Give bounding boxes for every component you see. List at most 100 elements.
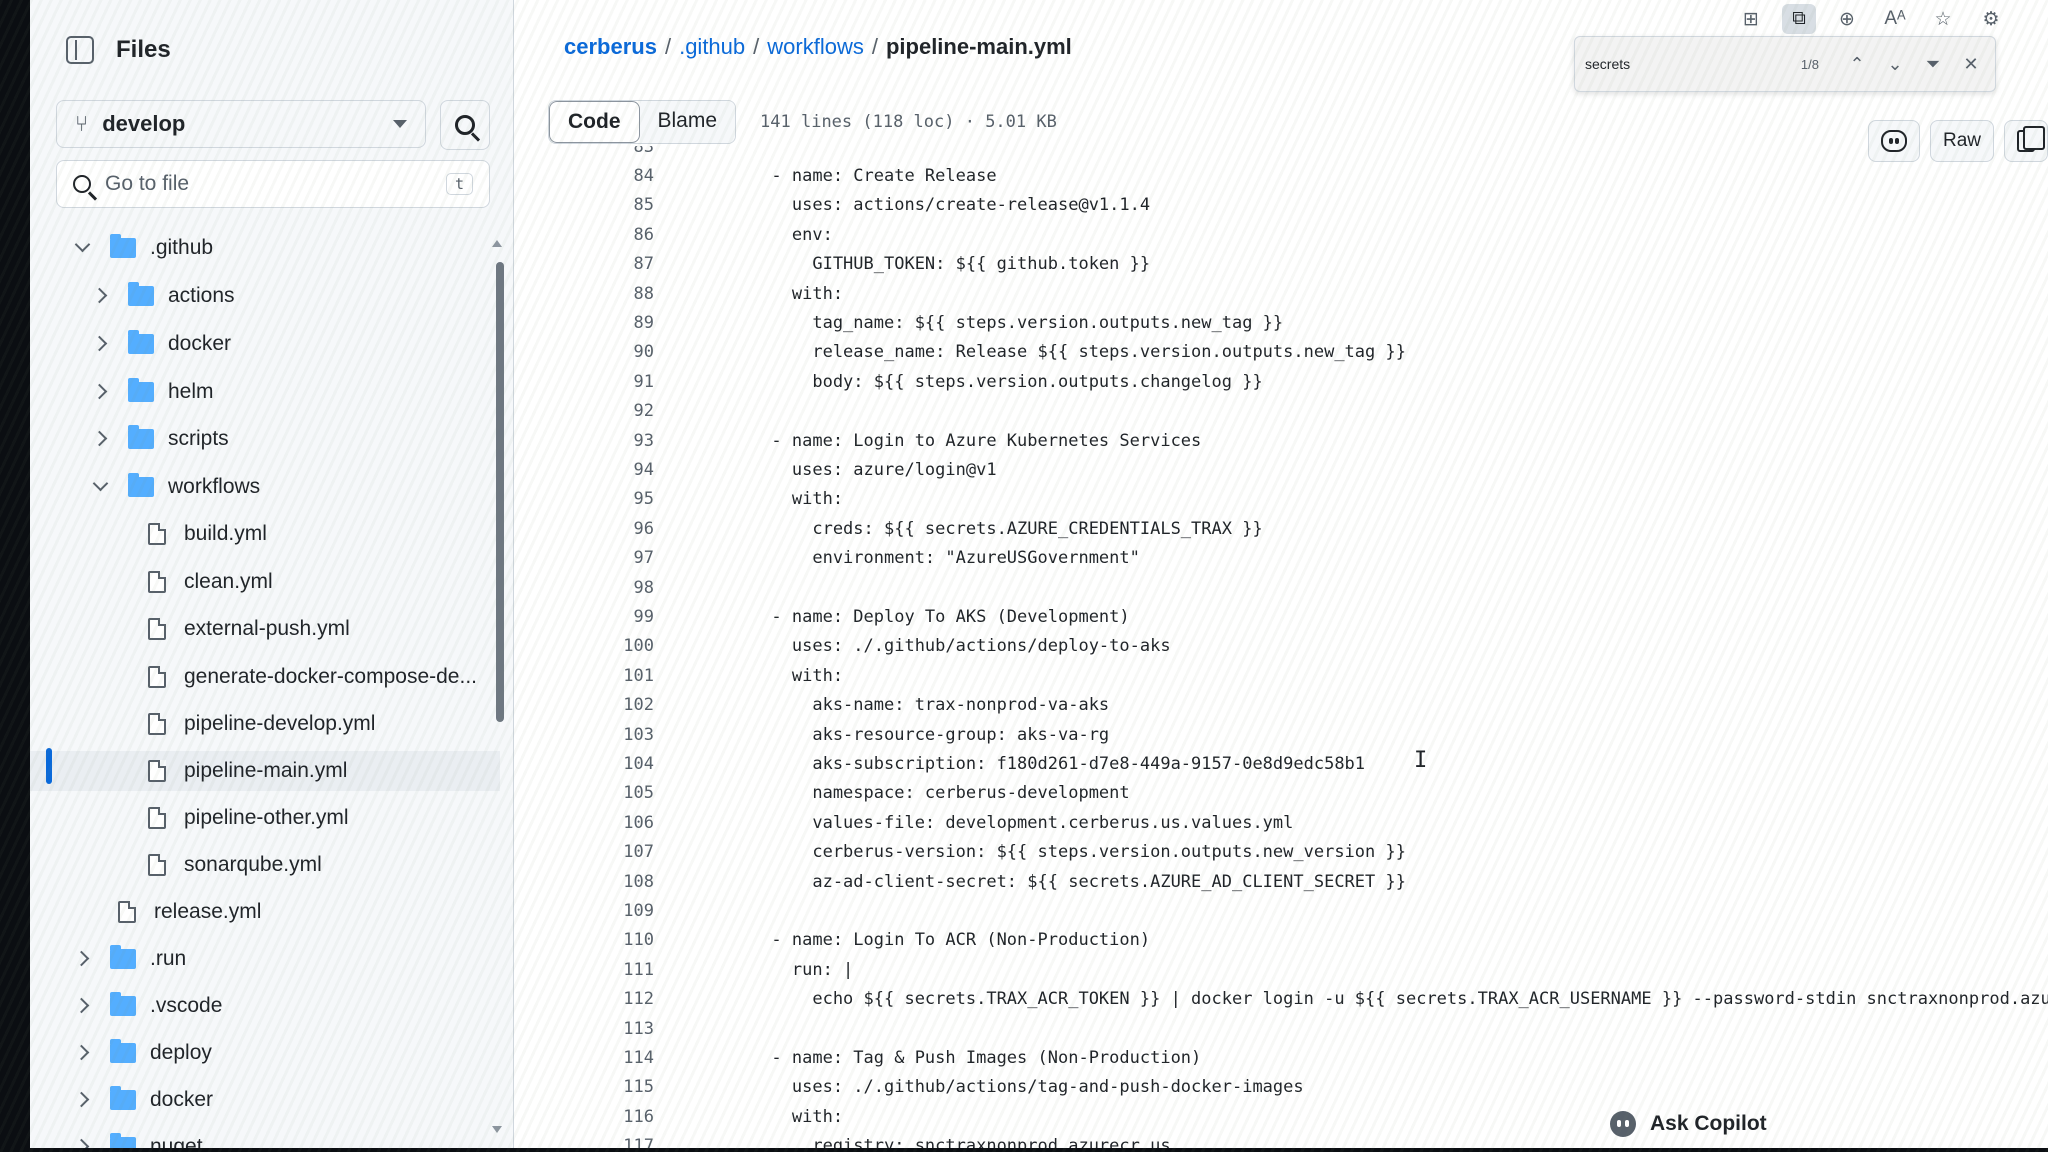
tree-folder[interactable]: helm: [30, 372, 500, 412]
chevron-right-icon[interactable]: [70, 1041, 94, 1065]
line-source: az-ad-client-secret: ${{ secrets.AZURE_A…: [710, 871, 1406, 892]
chevron-right-icon[interactable]: [70, 1088, 94, 1112]
tree-folder[interactable]: deploy: [30, 1033, 500, 1073]
go-to-file-input[interactable]: Go to file t: [56, 160, 490, 208]
branch-selector[interactable]: ⑂ develop: [56, 100, 426, 148]
line-number[interactable]: 99: [534, 607, 654, 627]
tree-file[interactable]: pipeline-develop.yml: [30, 704, 500, 744]
tree-file[interactable]: pipeline-main.yml: [30, 751, 500, 791]
line-number[interactable]: 104: [534, 754, 654, 774]
tree-item-label: build.yml: [184, 522, 267, 545]
line-number[interactable]: 111: [534, 960, 654, 980]
line-number[interactable]: 93: [534, 431, 654, 451]
tree-file[interactable]: pipeline-other.yml: [30, 798, 500, 838]
sidebar-collapse-icon[interactable]: [66, 36, 94, 64]
tree-file[interactable]: external-push.yml: [30, 609, 500, 649]
code-view[interactable]: 83 84 - name: Create Release 85 uses: acti…: [534, 146, 2048, 1148]
line-number[interactable]: 86: [534, 225, 654, 245]
breadcrumb-github-link[interactable]: .github: [679, 34, 745, 60]
line-number[interactable]: 112: [534, 989, 654, 1009]
sidebar-scrollbar-thumb[interactable]: [496, 262, 504, 722]
chevron-right-icon[interactable]: [88, 332, 112, 356]
line-number[interactable]: 110: [534, 930, 654, 950]
chevron-down-icon[interactable]: [88, 475, 112, 499]
chevron-up-icon[interactable]: ⌃: [1843, 50, 1871, 78]
line-number[interactable]: 95: [534, 489, 654, 509]
line-number[interactable]: 89: [534, 313, 654, 333]
code-line: 86 env:: [534, 220, 2048, 249]
line-number[interactable]: 97: [534, 548, 654, 568]
chevron-right-icon[interactable]: [70, 947, 94, 971]
favorite-star-icon[interactable]: ☆: [1926, 4, 1960, 34]
tree-item-label: deploy: [150, 1041, 212, 1064]
chevron-down-icon[interactable]: [70, 236, 94, 260]
line-number[interactable]: 109: [534, 901, 654, 921]
line-number[interactable]: 88: [534, 284, 654, 304]
chevron-right-icon[interactable]: [70, 994, 94, 1018]
line-number[interactable]: 91: [534, 372, 654, 392]
line-number[interactable]: 94: [534, 460, 654, 480]
breadcrumb-repo-link[interactable]: cerberus: [564, 34, 657, 60]
chevron-right-icon[interactable]: [88, 427, 112, 451]
find-input[interactable]: secrets: [1585, 56, 1791, 72]
tree-folder[interactable]: docker: [30, 324, 500, 364]
tree-folder[interactable]: .vscode: [30, 986, 500, 1026]
tree-item-label: docker: [168, 332, 232, 355]
line-number[interactable]: 98: [534, 578, 654, 598]
line-number[interactable]: 96: [534, 519, 654, 539]
tree-folder[interactable]: workflows: [30, 467, 500, 507]
line-number[interactable]: 101: [534, 666, 654, 686]
line-number[interactable]: 106: [534, 813, 654, 833]
line-number[interactable]: 114: [534, 1048, 654, 1068]
blame-tab[interactable]: Blame: [639, 101, 736, 143]
line-number[interactable]: 107: [534, 842, 654, 862]
breadcrumb-separator: /: [753, 34, 760, 59]
filter-icon[interactable]: ⏷: [1919, 50, 1947, 78]
tree-file[interactable]: clean.yml: [30, 562, 500, 602]
tree-folder[interactable]: .github: [30, 228, 500, 268]
line-number[interactable]: 113: [534, 1019, 654, 1039]
breadcrumb-workflows-link[interactable]: workflows: [767, 34, 864, 60]
code-tab[interactable]: Code: [549, 101, 640, 143]
read-aloud-icon[interactable]: Aᴬ: [1878, 4, 1912, 34]
line-number[interactable]: 87: [534, 254, 654, 274]
tree-folder[interactable]: docker: [30, 1080, 500, 1120]
tree-folder[interactable]: .run: [30, 939, 500, 979]
line-number[interactable]: 84: [534, 166, 654, 186]
zoom-icon[interactable]: ⊕: [1830, 4, 1864, 34]
chevron-right-icon[interactable]: [70, 1135, 94, 1148]
line-source: registry: snctraxnonprod.azurecr.us: [710, 1136, 1171, 1148]
tree-file[interactable]: build.yml: [30, 514, 500, 554]
scroll-down-arrow-icon[interactable]: [492, 1126, 502, 1133]
tree-file[interactable]: release.yml: [30, 892, 500, 932]
chevron-down-icon[interactable]: ⌄: [1881, 50, 1909, 78]
line-source: uses: ./.github/actions/deploy-to-aks: [710, 636, 1171, 657]
line-number[interactable]: 108: [534, 872, 654, 892]
close-icon[interactable]: ✕: [1957, 50, 1985, 78]
extensions-icon[interactable]: ⚙: [1974, 4, 2008, 34]
line-number[interactable]: 103: [534, 725, 654, 745]
tree-item-label: scripts: [168, 427, 229, 450]
chevron-right-icon[interactable]: [88, 380, 112, 404]
line-number[interactable]: 100: [534, 636, 654, 656]
line-number[interactable]: 117: [534, 1136, 654, 1148]
line-number[interactable]: 85: [534, 195, 654, 215]
line-number[interactable]: 102: [534, 695, 654, 715]
tree-folder[interactable]: nuget: [30, 1127, 500, 1148]
line-number[interactable]: 115: [534, 1077, 654, 1097]
chevron-right-icon[interactable]: [88, 284, 112, 308]
tree-folder[interactable]: actions: [30, 276, 500, 316]
line-number[interactable]: 116: [534, 1107, 654, 1127]
immersive-reader-icon[interactable]: ⧉: [1782, 4, 1816, 34]
tree-file[interactable]: sonarqube.yml: [30, 845, 500, 885]
tree-file[interactable]: generate-docker-compose-de...: [30, 657, 500, 697]
line-number[interactable]: 92: [534, 401, 654, 421]
line-number[interactable]: 90: [534, 342, 654, 362]
scroll-up-arrow-icon[interactable]: [492, 240, 502, 247]
grid-icon[interactable]: ⊞: [1734, 4, 1768, 34]
line-number[interactable]: 83: [534, 146, 654, 157]
file-search-button[interactable]: [440, 100, 490, 150]
tree-folder[interactable]: scripts: [30, 419, 500, 459]
line-number[interactable]: 105: [534, 783, 654, 803]
ask-copilot-button[interactable]: Ask Copilot: [1594, 1100, 1787, 1148]
